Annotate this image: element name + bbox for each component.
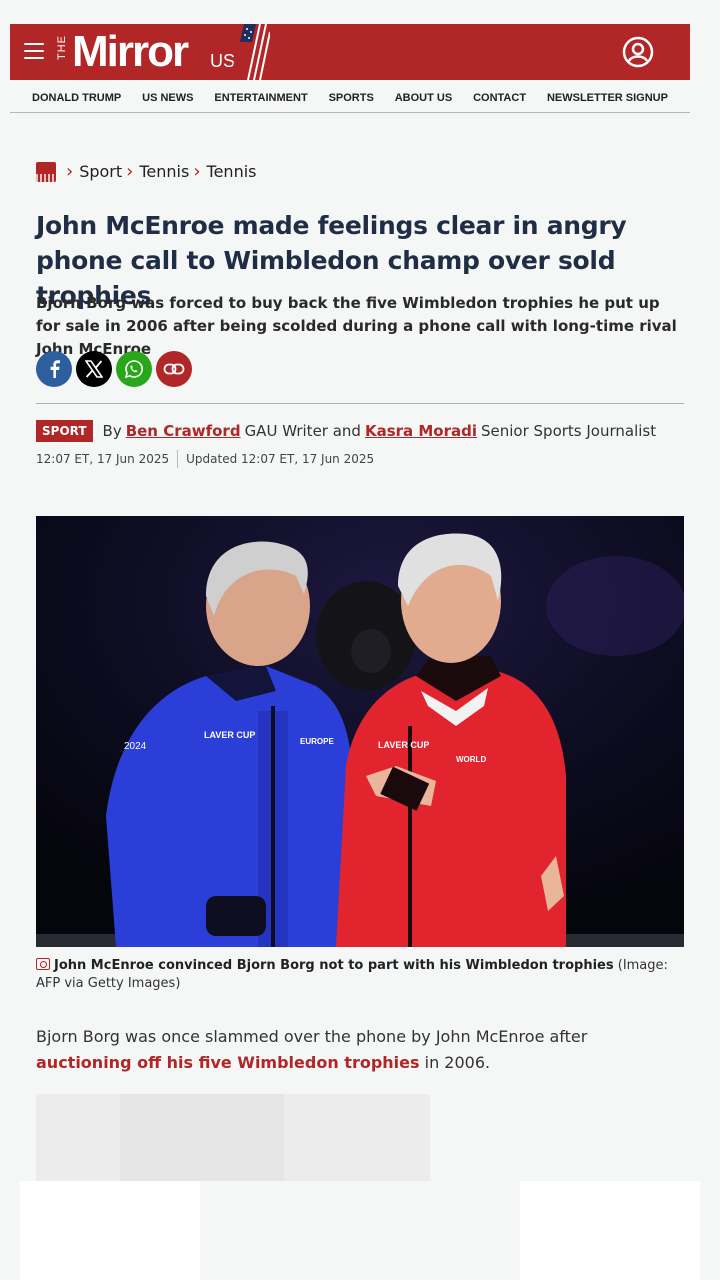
ad-placeholder [36,1094,430,1194]
share-buttons [36,351,192,387]
flag-icon [230,24,270,80]
author-link[interactable]: Ben Crawford [126,420,241,442]
chevron-right-icon: › [66,161,74,182]
site-logo[interactable]: THE Mirror US [54,24,270,80]
breadcrumb-tennis-sub[interactable]: Tennis [207,160,257,184]
whatsapp-icon [124,360,143,379]
date-divider [177,450,179,468]
link-icon [163,363,185,375]
chevron-right-icon: › [193,161,201,182]
image-caption: John McEnroe convinced Bjorn Borg not to… [36,957,686,993]
photo-illustration: 2024 LAVER CUP EUROPE LAVER CUP WORLD [36,516,684,947]
author-role: GAU Writer and [244,422,361,440]
mirror-home-icon[interactable] [36,162,56,182]
inline-link[interactable]: auctioning off his five Wimbledon trophi… [36,1053,420,1072]
divider [36,403,684,404]
author-link[interactable]: Kasra Moradi [365,420,477,442]
nav-donald-trump[interactable]: DONALD TRUMP [32,84,121,112]
paragraph-text: Bjorn Borg was once slammed over the pho… [36,1027,588,1046]
share-x-button[interactable] [76,351,112,387]
nav-about-us[interactable]: ABOUT US [395,84,452,112]
nav-sports[interactable]: SPORTS [329,84,374,112]
nav-entertainment[interactable]: ENTERTAINMENT [214,84,307,112]
breadcrumb-sport[interactable]: Sport [79,160,122,184]
jacket-team-text: EUROPE [300,737,334,746]
breadcrumb: › Sport › Tennis › Tennis [36,160,257,184]
share-whatsapp-button[interactable] [116,351,152,387]
placeholder-shade [120,1094,284,1194]
account-icon[interactable] [622,36,654,68]
logo-the: THE [56,35,68,60]
article-paragraph: Bjorn Borg was once slammed over the pho… [36,1024,686,1076]
ad-panel-left [20,1181,200,1280]
facebook-icon [50,360,60,378]
byline-by: By [102,422,122,440]
camera-icon [36,958,50,970]
share-link-button[interactable] [156,351,192,387]
paragraph-text: in 2006. [419,1053,491,1072]
updated-time: Updated 12:07 ET, 17 Jun 2025 [186,452,375,466]
jacket-logo-text: LAVER CUP [204,730,255,740]
byline: SPORT By Ben Crawford GAU Writer and Kas… [36,420,656,442]
hamburger-icon[interactable] [24,43,44,59]
ad-panel-right [520,1181,700,1280]
chevron-right-icon: › [126,161,134,182]
caption-text: John McEnroe convinced Bjorn Borg not to… [54,958,614,973]
published-time: 12:07 ET, 17 Jun 2025 [36,452,170,466]
nav-contact[interactable]: CONTACT [473,84,526,112]
masthead: THE Mirror US [10,24,690,80]
article-image[interactable]: 2024 LAVER CUP EUROPE LAVER CUP WORLD [36,516,684,947]
jacket-team-text: WORLD [456,755,486,764]
section-tag[interactable]: SPORT [36,420,93,442]
jacket-year-text: 2024 [124,741,147,752]
x-icon [85,360,103,378]
top-navigation: DONALD TRUMP US NEWS ENTERTAINMENT SPORT… [10,84,690,113]
sticky-ad-slot [20,1181,700,1280]
author-role: Senior Sports Journalist [481,422,657,440]
nav-newsletter-signup[interactable]: NEWSLETTER SIGNUP [547,84,668,112]
logo-wordmark: Mirror [72,27,189,76]
article-dates: 12:07 ET, 17 Jun 2025 Updated 12:07 ET, … [36,450,374,468]
share-facebook-button[interactable] [36,351,72,387]
jacket-logo-text: LAVER CUP [378,740,429,750]
breadcrumb-tennis[interactable]: Tennis [139,160,189,184]
nav-us-news[interactable]: US NEWS [142,84,193,112]
